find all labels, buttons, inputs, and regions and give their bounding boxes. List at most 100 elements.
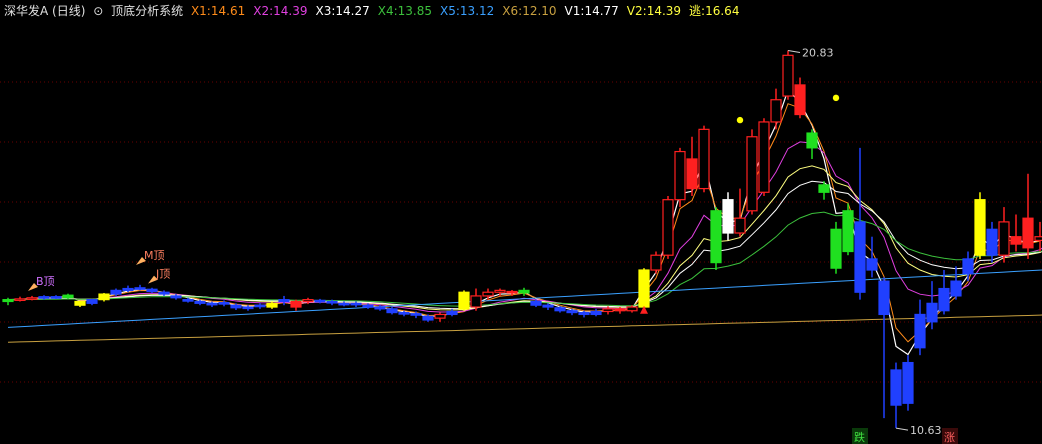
candle-body — [314, 299, 326, 303]
candle-body — [398, 311, 410, 315]
candle-body — [926, 302, 938, 323]
candle-body — [1022, 217, 1034, 249]
candle-body — [902, 361, 914, 404]
signal-dot — [736, 116, 744, 124]
candle-body — [722, 199, 734, 234]
candle-body — [266, 302, 278, 308]
candle-body — [914, 313, 926, 349]
candle-body — [986, 228, 998, 256]
candle-body — [566, 310, 578, 314]
candle-body — [158, 291, 170, 295]
signal-dot — [832, 94, 840, 102]
candle-body — [134, 287, 146, 290]
candle-body — [458, 291, 470, 310]
candle-body — [890, 369, 902, 406]
candle-body — [2, 299, 14, 303]
candle-body — [938, 287, 950, 312]
candle-body — [530, 300, 542, 306]
candle-body — [290, 300, 302, 308]
candle-body — [590, 310, 602, 316]
candle-body — [578, 311, 590, 316]
high-pointer — [787, 50, 801, 53]
candle-body — [554, 307, 566, 312]
candle-body — [710, 210, 722, 264]
candlestick-chart: 20.83 10.63 B顶 M顶 J顶跌 涨 — [0, 47, 1042, 444]
candle-body — [374, 306, 386, 310]
candle-body — [602, 308, 614, 313]
candle-body — [626, 306, 638, 312]
candle-body — [818, 184, 830, 193]
candle-body — [362, 304, 374, 308]
candle-body — [482, 291, 494, 297]
candle-body — [770, 99, 782, 123]
candle-body — [170, 295, 182, 299]
candle-body — [866, 258, 878, 271]
candle-body — [494, 289, 506, 293]
candle-body — [50, 296, 62, 299]
candle-body — [26, 297, 38, 300]
candle-body — [110, 289, 122, 295]
tag-b-top: B顶 — [36, 275, 55, 288]
candle-body — [506, 290, 518, 294]
candle-body — [854, 221, 866, 293]
tag-j-top: J顶 — [155, 268, 170, 281]
candle-body — [974, 199, 986, 256]
candle-body — [1010, 236, 1022, 245]
candle-body — [518, 289, 530, 294]
candle-body — [14, 298, 26, 301]
candle-body — [206, 302, 218, 306]
candle-body — [326, 300, 338, 304]
candle-body — [782, 54, 794, 97]
candle-body — [674, 150, 686, 201]
candle-body — [254, 304, 266, 308]
candle-body — [638, 269, 650, 308]
candle-body — [182, 299, 194, 302]
candle-body — [698, 128, 710, 190]
candle-body — [302, 299, 314, 303]
chart-window: 深华发A (日线) ⊙ 顶底分析系统 X1:14.61 X2:14.39 X3:14… — [0, 0, 1042, 444]
candle-body — [146, 288, 158, 293]
candle-body — [542, 304, 554, 308]
candle-body — [842, 210, 854, 253]
candle-body — [806, 132, 818, 149]
candle-body — [950, 280, 962, 297]
low-pointer — [895, 427, 909, 431]
candle-body — [74, 300, 86, 306]
candle-body — [662, 199, 674, 256]
candle-body — [686, 158, 698, 190]
candle-body — [410, 313, 422, 316]
candle-body — [350, 302, 362, 306]
candle-body — [242, 306, 254, 310]
candle-body — [878, 280, 890, 316]
signal-up: 涨 — [944, 431, 955, 444]
candle-body — [650, 254, 662, 271]
candle-body — [122, 287, 134, 291]
candle-body — [338, 302, 350, 306]
candle-body — [734, 217, 746, 234]
low-price-label: 10.63 — [910, 424, 942, 437]
candle-body — [422, 315, 434, 321]
candle-body — [230, 304, 242, 309]
signal-down: 跌 — [854, 430, 865, 444]
tag-m-top: M顶 — [144, 249, 165, 262]
candle-body — [38, 296, 50, 299]
candle-body — [98, 293, 110, 301]
candle-body — [794, 84, 806, 116]
candle-body — [86, 299, 98, 304]
candle-body — [746, 136, 758, 212]
candle-body — [758, 121, 770, 193]
candle-body — [446, 310, 458, 316]
candle-body — [830, 228, 842, 269]
candle-body — [62, 294, 74, 299]
candle-body — [470, 295, 482, 308]
candle-body — [1034, 236, 1042, 242]
high-price-label: 20.83 — [802, 47, 834, 60]
candle-body — [614, 308, 626, 312]
candle-body — [194, 300, 206, 304]
candle-body — [278, 299, 290, 303]
candle-body — [998, 221, 1010, 256]
candle-body — [386, 308, 398, 314]
candle-body — [434, 313, 446, 319]
candle-body — [962, 258, 974, 275]
candle-body — [218, 301, 230, 305]
